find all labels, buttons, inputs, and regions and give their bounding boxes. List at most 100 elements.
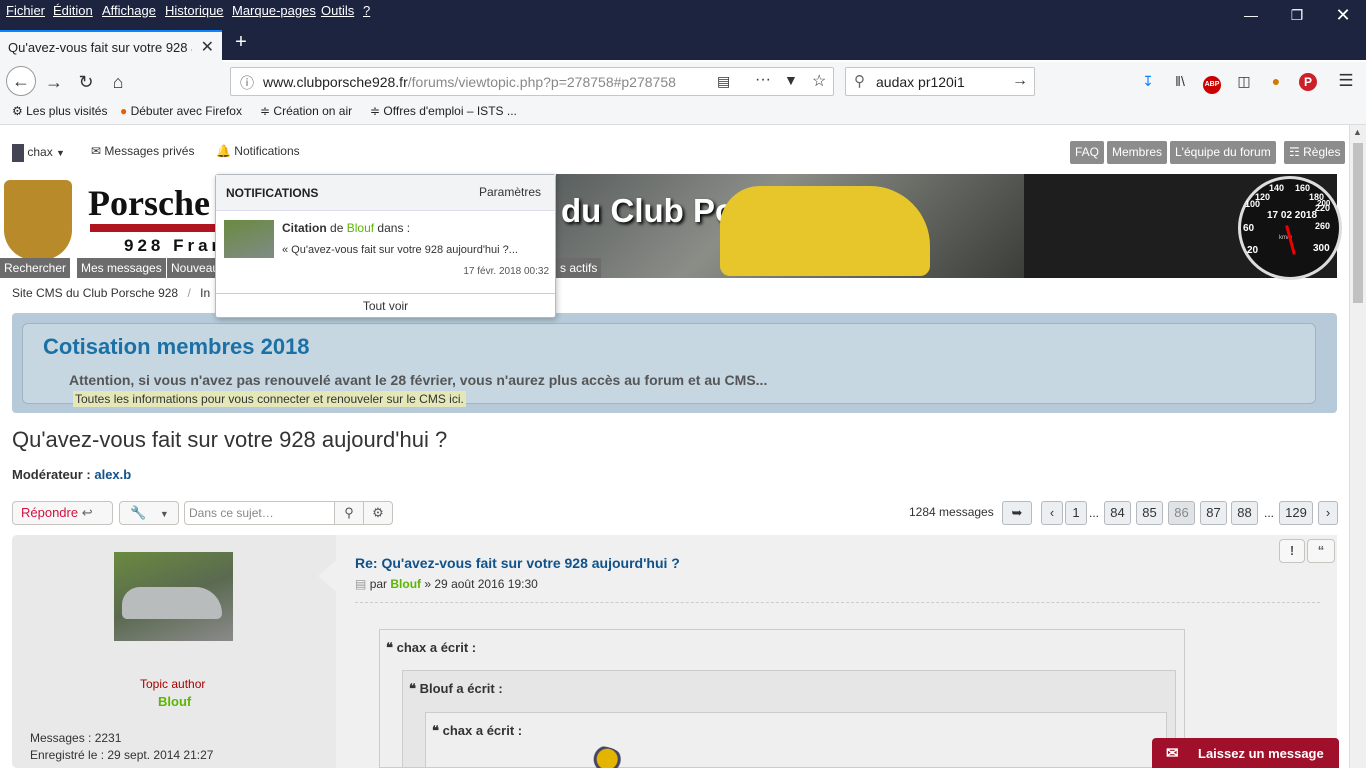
announcement-title: Cotisation membres 2018	[43, 334, 310, 359]
post-title[interactable]: Re: Qu'avez-vous fait sur votre 928 aujo…	[355, 555, 680, 571]
caret-down-icon: ▼	[159, 509, 169, 519]
menu-help[interactable]: ?	[363, 3, 370, 18]
menu-outils[interactable]: Outils	[321, 3, 354, 18]
info-icon[interactable]: ⓘ	[240, 73, 254, 93]
notifications-dropdown: NOTIFICATIONS Paramètres Citation de Blo…	[215, 174, 556, 318]
scroll-up-icon[interactable]: ▲	[1353, 127, 1362, 137]
notifications-header: NOTIFICATIONS Paramètres	[216, 175, 555, 211]
quote-button[interactable]: “	[1307, 539, 1335, 563]
notification-avatar	[224, 220, 274, 258]
next-page-icon[interactable]: ›	[1318, 501, 1338, 525]
gear-icon: ⚙	[12, 104, 23, 118]
bookmark-star-icon[interactable]: ☆	[812, 71, 826, 91]
reply-icon: ↩	[81, 505, 93, 520]
nav-active[interactable]: s actifs	[556, 258, 602, 278]
menu-marque-pages[interactable]: Marque-pages	[232, 3, 316, 18]
poster-rank: Topic author	[140, 677, 206, 691]
team-button[interactable]: L'équipe du forum	[1170, 141, 1276, 164]
tools-dropdown[interactable]: 🔧 ▼	[119, 501, 179, 525]
close-window-icon[interactable]: ✕	[1320, 0, 1366, 30]
restore-icon[interactable]: ❐	[1274, 0, 1320, 30]
chat-widget[interactable]: ✉ Laissez un message	[1152, 738, 1339, 768]
minimize-icon[interactable]: —	[1228, 0, 1274, 30]
scrollbar-thumb[interactable]	[1353, 143, 1363, 303]
sidebar-icon[interactable]: ◫	[1232, 70, 1256, 92]
rules-button[interactable]: ☶ Règles	[1284, 141, 1346, 164]
back-icon[interactable]: ←	[6, 66, 36, 96]
topic-search-input[interactable]: Dans ce sujet…	[184, 501, 335, 525]
bookmark-creation[interactable]: ≑ Création on air	[260, 104, 352, 118]
menu-edition[interactable]: Édition	[53, 3, 93, 18]
pinterest-icon[interactable]: P	[1299, 73, 1317, 91]
home-icon[interactable]: ⌂	[104, 68, 132, 96]
notification-date: 17 févr. 2018 00:32	[463, 266, 549, 277]
reader-view-icon[interactable]: ▤	[717, 73, 730, 90]
reload-icon[interactable]: ↻	[72, 68, 100, 96]
downloads-icon[interactable]: ↧	[1136, 70, 1160, 92]
nav-search[interactable]: Rechercher	[0, 258, 71, 278]
see-all-link[interactable]: Tout voir	[216, 293, 555, 318]
announcement-inner: Cotisation membres 2018 Attention, si vo…	[22, 323, 1316, 407]
menu-historique[interactable]: Historique	[165, 3, 224, 18]
speedometer-dial: 140 160 120 180 100 200 220 60 260 20 30…	[1238, 176, 1342, 280]
moderator-link[interactable]: alex.b	[94, 467, 131, 482]
poster-messages: Messages : 2231	[30, 731, 122, 745]
prev-page-icon[interactable]: ‹	[1041, 501, 1063, 525]
scrollbar[interactable]: ▲	[1349, 125, 1366, 768]
search-value: audax pr120i1	[876, 74, 965, 90]
bookmark-offres[interactable]: ≑ Offres d'emploi – ISTS ...	[370, 104, 517, 118]
advanced-search-button[interactable]: ⚙	[363, 501, 393, 525]
faq-button[interactable]: FAQ	[1070, 141, 1105, 164]
bookmark-most-visited[interactable]: ⚙ Les plus visités	[12, 104, 107, 118]
bookmark-firefox[interactable]: ● Débuter avec Firefox	[120, 104, 242, 118]
library-icon[interactable]: ‖\	[1168, 70, 1192, 92]
search-go-icon[interactable]: →	[1012, 72, 1028, 90]
breadcrumb-index[interactable]: In	[200, 286, 210, 300]
close-tab-icon[interactable]: ✕	[201, 37, 214, 57]
announcement-link[interactable]: Toutes les informations pour vous connec…	[73, 391, 466, 407]
report-button[interactable]: !	[1279, 539, 1305, 563]
book-icon: ☶	[1289, 145, 1300, 159]
menu-affichage[interactable]: Affichage	[102, 3, 156, 18]
smiley-image	[575, 746, 621, 768]
user-menu[interactable]: chax ▼	[12, 144, 65, 162]
page-actions-icon[interactable]: ···	[755, 71, 771, 89]
nav-my-posts[interactable]: Mes messages	[77, 258, 166, 278]
jump-to-page-icon[interactable]: ➥	[1002, 501, 1032, 525]
announcement-box: Cotisation membres 2018 Attention, si vo…	[12, 313, 1337, 413]
reply-button[interactable]: Répondre ↩	[12, 501, 113, 525]
post-count: 1284 messages	[909, 505, 994, 519]
page-84[interactable]: 84	[1104, 501, 1131, 525]
notifications-link[interactable]: 🔔 Notifications	[216, 144, 300, 158]
search-box[interactable]: ⚲ audax pr120i1 →	[845, 67, 1035, 96]
quote-header-2: ❝ Blouf a écrit :	[409, 681, 503, 696]
page-1[interactable]: 1	[1065, 501, 1087, 525]
menu-fichier[interactable]: Fichier	[6, 3, 45, 18]
browser-tab[interactable]: Qu'avez-vous fait sur votre 928 aujo ✕	[0, 30, 222, 62]
firefox-icon: ●	[120, 104, 128, 118]
notification-item[interactable]: Citation de Blouf dans :	[282, 221, 410, 235]
banner-car	[720, 186, 930, 276]
pocket-icon[interactable]: ▼	[784, 72, 798, 88]
bookmarks-bar: ⚙ Les plus visités ● Débuter avec Firefo…	[0, 100, 1366, 125]
search-button[interactable]: ⚲	[334, 501, 364, 525]
breadcrumb-home[interactable]: Site CMS du Club Porsche 928	[12, 286, 178, 300]
envelope-icon: ✉	[1166, 745, 1179, 762]
forward-icon[interactable]: →	[40, 68, 68, 96]
notifications-settings-link[interactable]: Paramètres	[479, 185, 541, 199]
hamburger-menu-icon[interactable]: ☰	[1334, 70, 1358, 92]
new-tab-icon[interactable]: +	[230, 31, 252, 57]
page-85[interactable]: 85	[1136, 501, 1163, 525]
page-88[interactable]: 88	[1231, 501, 1258, 525]
post-author-link[interactable]: Blouf	[390, 577, 421, 591]
page-87[interactable]: 87	[1200, 501, 1227, 525]
url-bar[interactable]: ⓘ www.clubporsche928.fr/forums/viewtopic…	[230, 67, 834, 96]
poster-username[interactable]: Blouf	[158, 694, 191, 709]
private-messages-link[interactable]: ✉ Messages privés	[91, 144, 194, 158]
members-button[interactable]: Membres	[1107, 141, 1168, 164]
adblock-icon[interactable]: ABP	[1203, 76, 1221, 94]
post-icon: ▤	[355, 577, 367, 591]
page-129[interactable]: 129	[1279, 501, 1313, 525]
extension-icon[interactable]: ●	[1264, 70, 1288, 92]
logo-stripe	[90, 224, 215, 232]
